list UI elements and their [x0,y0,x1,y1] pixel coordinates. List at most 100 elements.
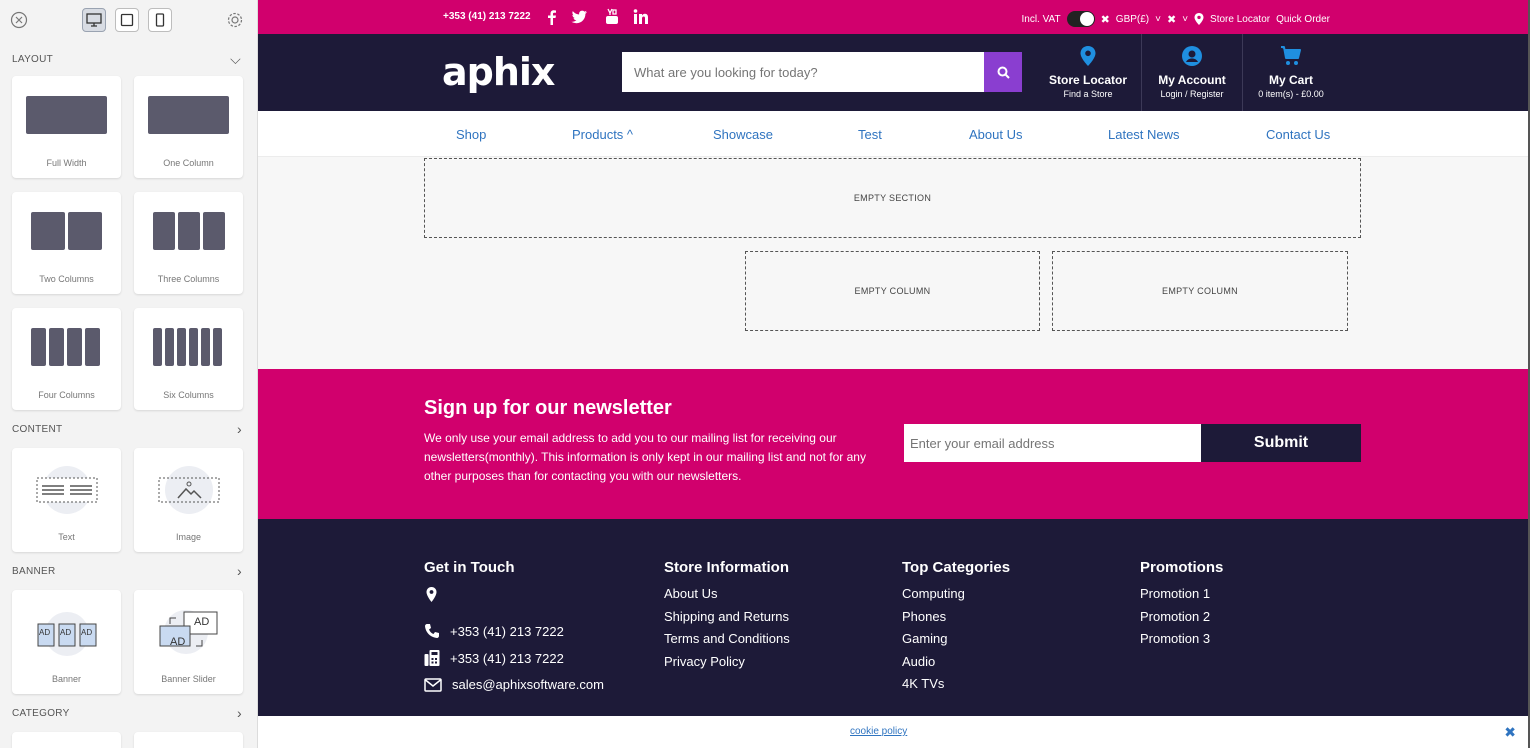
footer-phone-row: +353 (41) 213 7222 [424,623,564,639]
column-preview [31,212,65,250]
search-button[interactable] [984,52,1022,92]
newsletter-section: Sign up for our newsletter We only use y… [258,369,1528,519]
layout-full-width[interactable]: Full Width [12,76,121,178]
content-section-header[interactable]: CONTENT › [0,412,257,446]
store-locator-title: Store Locator [1048,73,1127,87]
text-block-icon [36,466,98,514]
footer-link[interactable]: Privacy Policy [664,654,790,677]
close-icon[interactable]: ✖ [1504,724,1516,741]
footer-link[interactable]: Terms and Conditions [664,631,790,654]
newsletter-email-input[interactable] [904,424,1201,462]
banner-section-header[interactable]: BANNER › [0,554,257,588]
newsletter-submit-button[interactable]: Submit [1201,424,1361,462]
language-flag-icon[interactable]: ✖ [1167,13,1176,26]
layout-label: Six Columns [163,390,214,400]
layout-label: Three Columns [157,274,220,284]
nav-shop[interactable]: Shop [456,127,486,142]
empty-column-dropzone[interactable]: EMPTY COLUMN [1052,251,1348,331]
header-my-account[interactable]: My Account Login / Register [1151,46,1233,99]
search-input[interactable] [622,52,984,92]
tablet-view-icon[interactable] [115,8,139,32]
cookie-policy-link[interactable]: cookie policy [850,726,907,737]
nav-about-us[interactable]: About Us [969,127,1022,142]
content-text-item[interactable]: Text [12,448,121,552]
category-section-title: CATEGORY [12,707,70,719]
settings-gear-icon[interactable] [224,9,246,31]
nav-showcase[interactable]: Showcase [713,127,773,142]
desktop-view-icon[interactable] [82,8,106,32]
category-section-header[interactable]: CATEGORY › [0,696,257,730]
nav-latest-news[interactable]: Latest News [1108,127,1180,142]
panel-toolbar [0,0,257,42]
footer-phone[interactable]: +353 (41) 213 7222 [450,624,564,639]
footer-link[interactable]: Audio [902,654,1010,677]
topbar-phone[interactable]: +353 (41) 213 7222 [443,11,531,22]
banner-ad-label: AD [170,636,186,648]
footer-link[interactable]: Promotion 3 [1140,631,1223,654]
header-my-cart[interactable]: My Cart 0 item(s) - £0.00 [1250,46,1332,99]
uk-flag-icon: ✖ [1100,13,1110,26]
nav-products[interactable]: Products ^ [572,127,633,142]
header-divider [1242,34,1243,111]
header-store-locator[interactable]: Store Locator Find a Store [1045,46,1131,99]
layout-one-column[interactable]: One Column [134,76,243,178]
banner-label: Banner Slider [161,674,216,684]
footer-fax[interactable]: +353 (41) 213 7222 [450,651,564,666]
column-preview [49,328,64,366]
topbar-quick-order[interactable]: Quick Order [1276,14,1330,25]
footer-promotions-title: Promotions [1140,559,1224,576]
footer-link[interactable]: 4K TVs [902,676,1010,699]
footer-link[interactable]: Phones [902,609,1010,632]
fax-icon [424,650,440,666]
nav-contact-us[interactable]: Contact Us [1266,127,1330,142]
column-preview [67,328,82,366]
my-account-title: My Account [1158,73,1226,87]
youtube-icon[interactable] [603,8,621,26]
layout-two-columns[interactable]: Two Columns [12,192,121,294]
column-preview [189,328,198,366]
full-width-preview [26,96,107,134]
linkedin-icon[interactable] [632,8,650,26]
footer-link[interactable]: Shipping and Returns [664,609,790,632]
category-item[interactable] [12,732,121,748]
footer-promotions: Promotions Promotion 1 Promotion 2 Promo… [1140,559,1223,654]
layout-three-columns[interactable]: Three Columns [134,192,243,294]
twitter-icon[interactable] [570,8,588,26]
nav-test[interactable]: Test [858,127,882,142]
content-image-item[interactable]: Image [134,448,243,552]
store-locator-sub: Find a Store [1063,89,1113,99]
footer-link[interactable]: Promotion 2 [1140,609,1223,632]
currency-select[interactable]: GBP(£) [1116,14,1149,25]
footer-link[interactable]: About Us [664,586,790,609]
footer-email-row: sales@aphixsoftware.com [424,677,604,692]
content-section-title: CONTENT [12,423,63,435]
empty-column-dropzone[interactable]: EMPTY COLUMN [745,251,1040,331]
empty-section-dropzone[interactable]: EMPTY SECTION [424,158,1361,238]
close-icon[interactable] [8,9,30,31]
newsletter-description: We only use your email address to add yo… [424,431,866,483]
category-item[interactable] [134,732,243,748]
column-preview [31,328,46,366]
layout-section-header[interactable]: LAYOUT ⌵ [0,42,257,76]
layout-four-columns[interactable]: Four Columns [12,308,121,410]
banner-ad-label: AD [60,628,72,637]
layout-label: Two Columns [39,274,94,284]
site-preview: +353 (41) 213 7222 Incl. VAT ✖ GBP(£) ˅ … [258,0,1528,748]
mobile-view-icon[interactable] [148,8,172,32]
footer-link[interactable]: Gaming [902,631,1010,654]
facebook-icon[interactable] [543,8,561,26]
footer-link[interactable]: Computing [902,586,1010,609]
aphix-logo[interactable]: aphix [442,50,555,94]
vat-toggle[interactable] [1066,11,1095,27]
footer-link[interactable]: Promotion 1 [1140,586,1223,609]
topbar-store-locator[interactable]: Store Locator [1210,14,1270,25]
layout-six-columns[interactable]: Six Columns [134,308,243,410]
column-preview [68,212,102,250]
footer-email[interactable]: sales@aphixsoftware.com [452,677,604,692]
banner-slider-item[interactable]: AD AD Banner Slider [134,590,243,694]
banner-item[interactable]: AD AD AD Banner [12,590,121,694]
chevron-right-icon: › [237,563,242,579]
banner-ad-label: AD [81,628,93,637]
chevron-right-icon: › [237,705,242,721]
site-footer: Get in Touch +353 (41) 213 7222 +353 (41… [258,519,1528,716]
